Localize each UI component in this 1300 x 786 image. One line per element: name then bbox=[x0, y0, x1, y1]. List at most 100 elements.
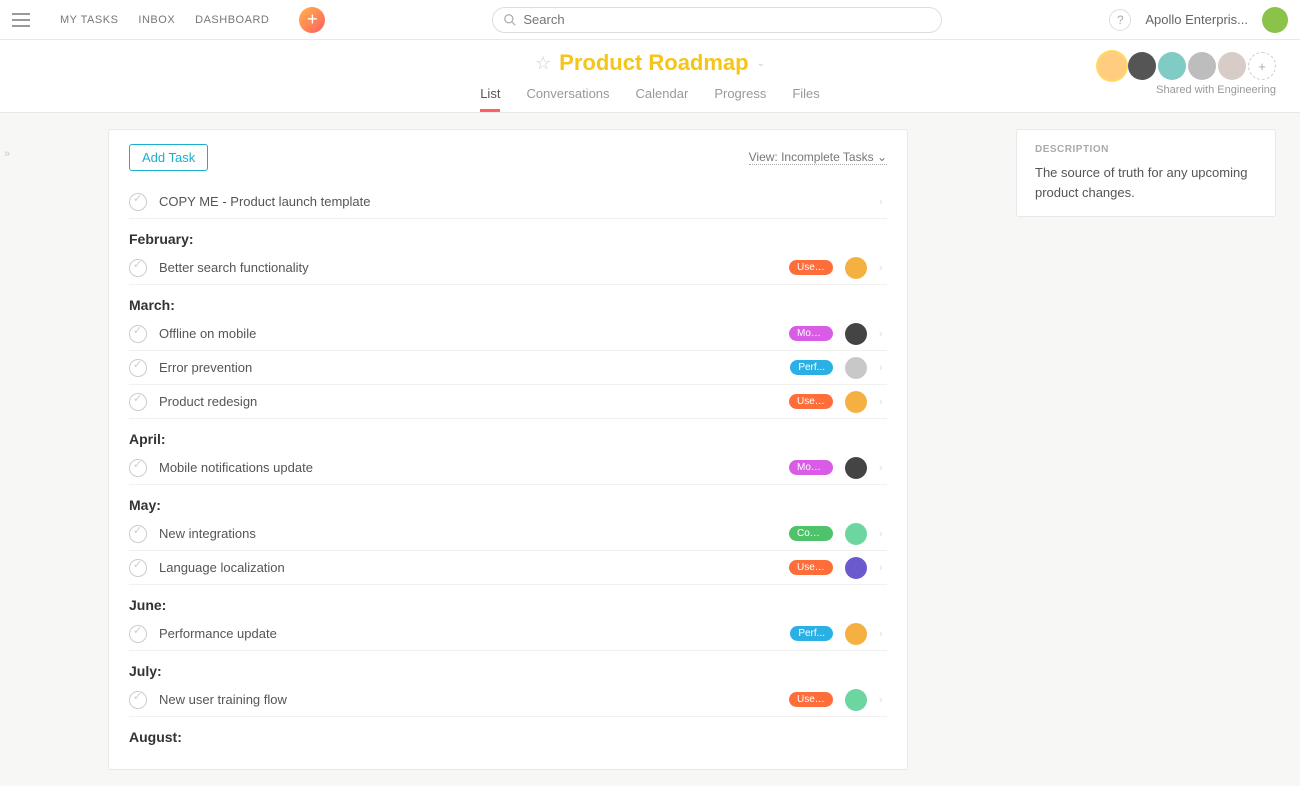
task-panel: Add Task View: Incomplete Tasks ⌄ COPY M… bbox=[108, 129, 908, 770]
task-title: Better search functionality bbox=[159, 260, 777, 275]
tab-files[interactable]: Files bbox=[792, 86, 819, 112]
project-menu-caret[interactable]: ⌄ bbox=[757, 58, 765, 69]
assignee-avatar[interactable] bbox=[845, 623, 867, 645]
description-heading: DESCRIPTION bbox=[1035, 144, 1257, 155]
help-button[interactable]: ? bbox=[1109, 9, 1131, 31]
tab-list[interactable]: List bbox=[480, 86, 500, 112]
task-tag[interactable]: Perf... bbox=[790, 360, 833, 375]
workspace-switcher[interactable]: Apollo Enterpris... bbox=[1145, 12, 1248, 27]
section-header[interactable]: July: bbox=[129, 663, 887, 683]
task-tag[interactable]: Perf... bbox=[790, 626, 833, 641]
task-row[interactable]: Error prevention Perf... › bbox=[129, 351, 887, 385]
complete-checkbox[interactable] bbox=[129, 625, 147, 643]
chevron-right-icon: › bbox=[879, 328, 887, 340]
member-avatar[interactable] bbox=[1098, 52, 1126, 80]
assignee-avatar[interactable] bbox=[845, 257, 867, 279]
chevron-right-icon: › bbox=[879, 362, 887, 374]
chevron-right-icon: › bbox=[879, 196, 887, 208]
task-title: Product redesign bbox=[159, 394, 777, 409]
chevron-right-icon: › bbox=[879, 628, 887, 640]
view-label: View: Incomplete Tasks bbox=[749, 150, 874, 164]
task-row[interactable]: Language localizationUser...› bbox=[129, 551, 887, 585]
tab-calendar[interactable]: Calendar bbox=[636, 86, 689, 112]
section-header[interactable]: April: bbox=[129, 431, 887, 451]
complete-checkbox[interactable] bbox=[129, 259, 147, 277]
description-body: The source of truth for any upcoming pro… bbox=[1035, 163, 1257, 202]
member-avatar[interactable] bbox=[1158, 52, 1186, 80]
view-selector[interactable]: View: Incomplete Tasks ⌄ bbox=[749, 150, 887, 165]
complete-checkbox[interactable] bbox=[129, 359, 147, 377]
task-title: COPY ME - Product launch template bbox=[159, 194, 833, 209]
search-input[interactable] bbox=[523, 12, 931, 27]
member-avatar[interactable] bbox=[1188, 52, 1216, 80]
assignee-avatar[interactable] bbox=[845, 357, 867, 379]
tab-conversations[interactable]: Conversations bbox=[526, 86, 609, 112]
nav-dashboard[interactable]: DASHBOARD bbox=[195, 14, 269, 26]
task-tag[interactable]: Mobi... bbox=[789, 460, 833, 475]
assignee-avatar[interactable] bbox=[845, 557, 867, 579]
section-header[interactable]: March: bbox=[129, 297, 887, 317]
chevron-right-icon: › bbox=[879, 694, 887, 706]
complete-checkbox[interactable] bbox=[129, 193, 147, 211]
menu-icon[interactable] bbox=[12, 8, 36, 32]
search-icon bbox=[503, 13, 517, 27]
task-row[interactable]: Mobile notifications updateMobi...› bbox=[129, 451, 887, 485]
assignee-avatar[interactable] bbox=[845, 323, 867, 345]
assignee-avatar[interactable] bbox=[845, 689, 867, 711]
task-row[interactable]: Offline on mobileMobi...› bbox=[129, 317, 887, 351]
complete-checkbox[interactable] bbox=[129, 525, 147, 543]
member-avatar[interactable] bbox=[1218, 52, 1246, 80]
complete-checkbox[interactable] bbox=[129, 459, 147, 477]
assignee-avatar[interactable] bbox=[845, 457, 867, 479]
section-header[interactable]: May: bbox=[129, 497, 887, 517]
task-title: New integrations bbox=[159, 526, 777, 541]
section-header[interactable]: June: bbox=[129, 597, 887, 617]
complete-checkbox[interactable] bbox=[129, 691, 147, 709]
sidebar-expand-icon[interactable]: » bbox=[4, 148, 10, 160]
add-member-button[interactable]: + bbox=[1248, 52, 1276, 80]
complete-checkbox[interactable] bbox=[129, 325, 147, 343]
task-list: COPY ME - Product launch template › Februa… bbox=[109, 185, 907, 769]
nav-inbox[interactable]: INBOX bbox=[138, 14, 175, 26]
current-user-avatar[interactable] bbox=[1262, 7, 1288, 33]
add-task-button[interactable]: Add Task bbox=[129, 144, 208, 171]
project-title[interactable]: Product Roadmap bbox=[559, 50, 748, 76]
search-box[interactable] bbox=[492, 7, 942, 33]
tab-progress[interactable]: Progress bbox=[714, 86, 766, 112]
task-row[interactable]: Performance update Perf... › bbox=[129, 617, 887, 651]
task-row[interactable]: Better search functionality User... › bbox=[129, 251, 887, 285]
task-tag[interactable]: User... bbox=[789, 394, 833, 409]
nav-my-tasks[interactable]: MY TASKS bbox=[60, 14, 118, 26]
task-tag[interactable]: Mobi... bbox=[789, 326, 833, 341]
chevron-right-icon: › bbox=[879, 262, 887, 274]
complete-checkbox[interactable] bbox=[129, 559, 147, 577]
content-area: Add Task View: Incomplete Tasks ⌄ COPY M… bbox=[0, 112, 1300, 786]
chevron-down-icon: ⌄ bbox=[877, 150, 887, 164]
avatar-stack: + bbox=[1098, 52, 1276, 80]
section-header[interactable]: February: bbox=[129, 231, 887, 251]
nav-links: MY TASKS INBOX DASHBOARD bbox=[60, 14, 269, 26]
section-header[interactable]: August: bbox=[129, 729, 887, 749]
global-add-button[interactable]: + bbox=[299, 7, 325, 33]
task-row[interactable]: Product redesign User... › bbox=[129, 385, 887, 419]
task-panel-header: Add Task View: Incomplete Tasks ⌄ bbox=[109, 130, 907, 185]
task-tag[interactable]: User... bbox=[789, 692, 833, 707]
task-tag[interactable]: User... bbox=[789, 560, 833, 575]
assignee-avatar[interactable] bbox=[845, 523, 867, 545]
star-icon[interactable]: ☆ bbox=[535, 53, 551, 74]
task-tag[interactable]: Com... bbox=[789, 526, 833, 541]
search-container bbox=[325, 7, 1109, 33]
task-title: Performance update bbox=[159, 626, 778, 641]
share-text: Shared with Engineering bbox=[1098, 84, 1276, 96]
chevron-right-icon: › bbox=[879, 396, 887, 408]
task-title: Error prevention bbox=[159, 360, 778, 375]
topbar: MY TASKS INBOX DASHBOARD + ? Apollo Ente… bbox=[0, 0, 1300, 40]
task-title: Mobile notifications update bbox=[159, 460, 777, 475]
task-row[interactable]: COPY ME - Product launch template › bbox=[129, 185, 887, 219]
member-avatar[interactable] bbox=[1128, 52, 1156, 80]
complete-checkbox[interactable] bbox=[129, 393, 147, 411]
assignee-avatar[interactable] bbox=[845, 391, 867, 413]
task-tag[interactable]: User... bbox=[789, 260, 833, 275]
task-row[interactable]: New user training flowUser...› bbox=[129, 683, 887, 717]
task-row[interactable]: New integrationsCom...› bbox=[129, 517, 887, 551]
